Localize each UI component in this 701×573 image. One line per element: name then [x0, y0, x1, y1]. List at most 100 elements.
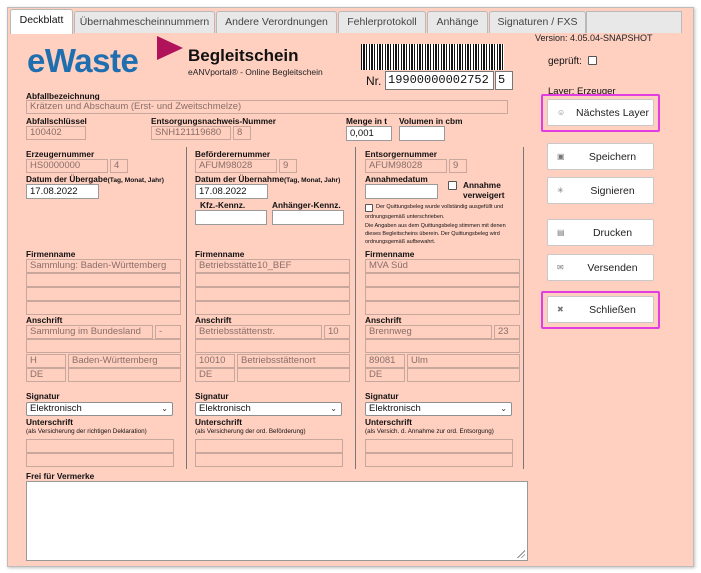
befoerderer-firmenname-line4 — [195, 301, 350, 315]
volumen-label: Volumen in cbm — [399, 116, 463, 126]
anhaenger-input[interactable] — [272, 210, 344, 225]
remarks-textarea[interactable] — [26, 481, 528, 561]
erzeuger-ort-field: Baden-Württemberg — [68, 354, 181, 368]
quittung-text-2: ordnungsgemäß unterschrieben. — [365, 214, 445, 220]
envelope-icon: ✉ — [557, 263, 564, 272]
form-window: Deckblatt Übernahmescheinnummern Andere … — [7, 7, 694, 567]
befoerderernummer-suffix: 9 — [279, 159, 297, 173]
send-button[interactable]: ✉ Versenden — [547, 254, 654, 281]
nr-label: Nr. — [366, 74, 382, 88]
tab-fehlerprotokoll[interactable]: Fehlerprotokoll — [338, 11, 426, 33]
save-icon: ▣ — [557, 152, 565, 161]
entsorger-firmenname-line4 — [365, 301, 520, 315]
tab-anhaenge[interactable]: Anhänge — [427, 11, 488, 33]
entsorger-signatur-select[interactable]: Elektronisch ⌄ — [365, 402, 512, 416]
befoerderer-hausnr-field: 10 — [324, 325, 350, 339]
befoerderer-unterschrift-line2 — [195, 453, 343, 467]
annahme-verweigert-label-2: verweigert — [463, 190, 505, 200]
annahme-verweigert-label-1: Annahme — [463, 180, 501, 190]
annahme-verweigert-checkbox[interactable] — [448, 181, 457, 190]
befoerderer-unterschrift-field — [195, 439, 343, 453]
erzeugernummer-label: Erzeugernummer — [26, 149, 95, 159]
kfz-label: Kfz.-Kennz. — [200, 200, 246, 210]
quittung-text-4: dieses Begleitscheins überein. Der Quitt… — [365, 231, 500, 237]
tab-bar-filler — [586, 11, 682, 33]
erzeuger-plz-field: H — [26, 354, 66, 368]
befoerderernummer-label: Beförderernummer — [195, 149, 271, 159]
quittung-text-1: Der Quittungsbeleg wurde vollständig aus… — [376, 204, 504, 210]
tab-deckblatt[interactable]: Deckblatt — [10, 9, 73, 34]
entsorger-unterschrift-label: Unterschrift — [365, 417, 413, 427]
menge-label: Menge in t — [346, 116, 388, 126]
resize-grip-icon[interactable] — [517, 550, 525, 558]
entsorger-signatur-label: Signatur — [365, 391, 399, 401]
nachweis-field: SNH121119680 — [151, 126, 231, 140]
uebergabe-datum-label: Datum der Übergabe(Tag, Monat, Jahr) — [26, 174, 164, 184]
entsorger-anschrift-label: Anschrift — [365, 315, 402, 325]
abfallbezeichnung-field: Krätzen und Abschaum (Erst- und Zweitsch… — [26, 100, 508, 114]
page-title: Begleitschein — [188, 46, 299, 65]
entsorger-land-field: DE — [365, 368, 405, 382]
page-subtitle: eANVportal® - Online Begleitschein — [188, 67, 323, 77]
close-button[interactable]: ✖ Schließen — [547, 296, 654, 323]
befoerderer-anschrift-label: Anschrift — [195, 315, 232, 325]
person-icon: ☺ — [557, 108, 566, 117]
entsorger-firmenname-line2 — [365, 273, 520, 287]
erzeuger-firmenname-line2 — [26, 273, 181, 287]
print-icon: ▤ — [557, 228, 565, 237]
befoerderer-firmenname-label: Firmenname — [195, 249, 245, 259]
erzeuger-unterschrift-label: Unterschrift — [26, 417, 74, 427]
erzeuger-strasse-field: Sammlung im Bundesland — [26, 325, 153, 339]
column-divider-2 — [355, 147, 356, 469]
annahmedatum-input[interactable] — [365, 184, 438, 199]
befoerderer-unterschrift-hint: (als Versicherung der ord. Beförderung) — [195, 428, 306, 435]
tab-signaturen-fxs[interactable]: Signaturen / FXS — [489, 11, 586, 33]
sign-button[interactable]: ✳ Signieren — [547, 177, 654, 204]
erzeuger-unterschrift-hint: (als Versicherung der richtigen Deklarat… — [26, 428, 147, 435]
quittung-checkbox[interactable] — [365, 204, 373, 212]
erzeuger-hausnr-field: - — [155, 325, 181, 339]
befoerderer-plz-field: 10010 — [195, 354, 235, 368]
remarks-label: Frei für Vermerke — [26, 471, 95, 481]
nr-suffix-field: 5 — [495, 71, 513, 90]
column-divider-1 — [186, 147, 187, 469]
abfallschluessel-label: Abfallschlüssel — [26, 116, 87, 126]
entsorger-strasse-field: Brennweg — [365, 325, 492, 339]
column-divider-3 — [523, 147, 524, 469]
geprueft-checkbox[interactable] — [588, 56, 597, 65]
befoerderer-strasse-field: Betriebsstättenstr. — [195, 325, 322, 339]
entsorger-firmenname-field: MVA Süd — [365, 259, 520, 273]
entsorgernummer-suffix: 9 — [449, 159, 467, 173]
erzeugernummer-field: HS0000000 — [26, 159, 108, 173]
ewaste-logo: eWaste — [27, 42, 139, 79]
erzeuger-land-extra — [68, 368, 181, 382]
uebergabe-datum-input[interactable]: 17.08.2022 — [26, 184, 99, 199]
tab-uebernahmescheinnummern[interactable]: Übernahmescheinnummern — [74, 11, 215, 33]
befoerderer-land-field: DE — [195, 368, 235, 382]
save-button[interactable]: ▣ Speichern — [547, 143, 654, 170]
next-layer-button[interactable]: ☺ Nächstes Layer — [547, 99, 654, 126]
tab-andere-verordnungen[interactable]: Andere Verordnungen — [216, 11, 337, 33]
entsorgernummer-field: AFUM98028 — [365, 159, 447, 173]
menge-input[interactable]: 0,001 — [346, 126, 392, 141]
print-button[interactable]: ▤ Drucken — [547, 219, 654, 246]
entsorger-unterschrift-hint: (als Versich. d. Annahme zur ord. Entsor… — [365, 428, 494, 435]
volumen-input[interactable] — [399, 126, 445, 141]
befoerderer-signatur-label: Signatur — [195, 391, 229, 401]
befoerderer-signatur-select[interactable]: Elektronisch ⌄ — [195, 402, 342, 416]
erzeuger-unterschrift-field — [26, 439, 174, 453]
chevron-down-icon: ⌄ — [161, 404, 168, 413]
barcode-image — [361, 44, 504, 70]
kfz-input[interactable] — [195, 210, 267, 225]
nr-value-field: 19900000002752 — [385, 71, 494, 90]
erzeuger-firmenname-line3 — [26, 287, 181, 301]
nachweis-suffix-field: 8 — [233, 126, 251, 140]
erzeuger-anschrift-line2 — [26, 339, 181, 353]
close-icon: ✖ — [557, 305, 564, 314]
erzeuger-anschrift-label: Anschrift — [26, 315, 63, 325]
uebernahme-datum-input[interactable]: 17.08.2022 — [195, 184, 268, 199]
anhaenger-label: Anhänger-Kennz. — [272, 200, 341, 210]
erzeuger-signatur-select[interactable]: Elektronisch ⌄ — [26, 402, 173, 416]
befoerderer-unterschrift-label: Unterschrift — [195, 417, 243, 427]
geprueft-label: geprüft: — [548, 56, 582, 67]
